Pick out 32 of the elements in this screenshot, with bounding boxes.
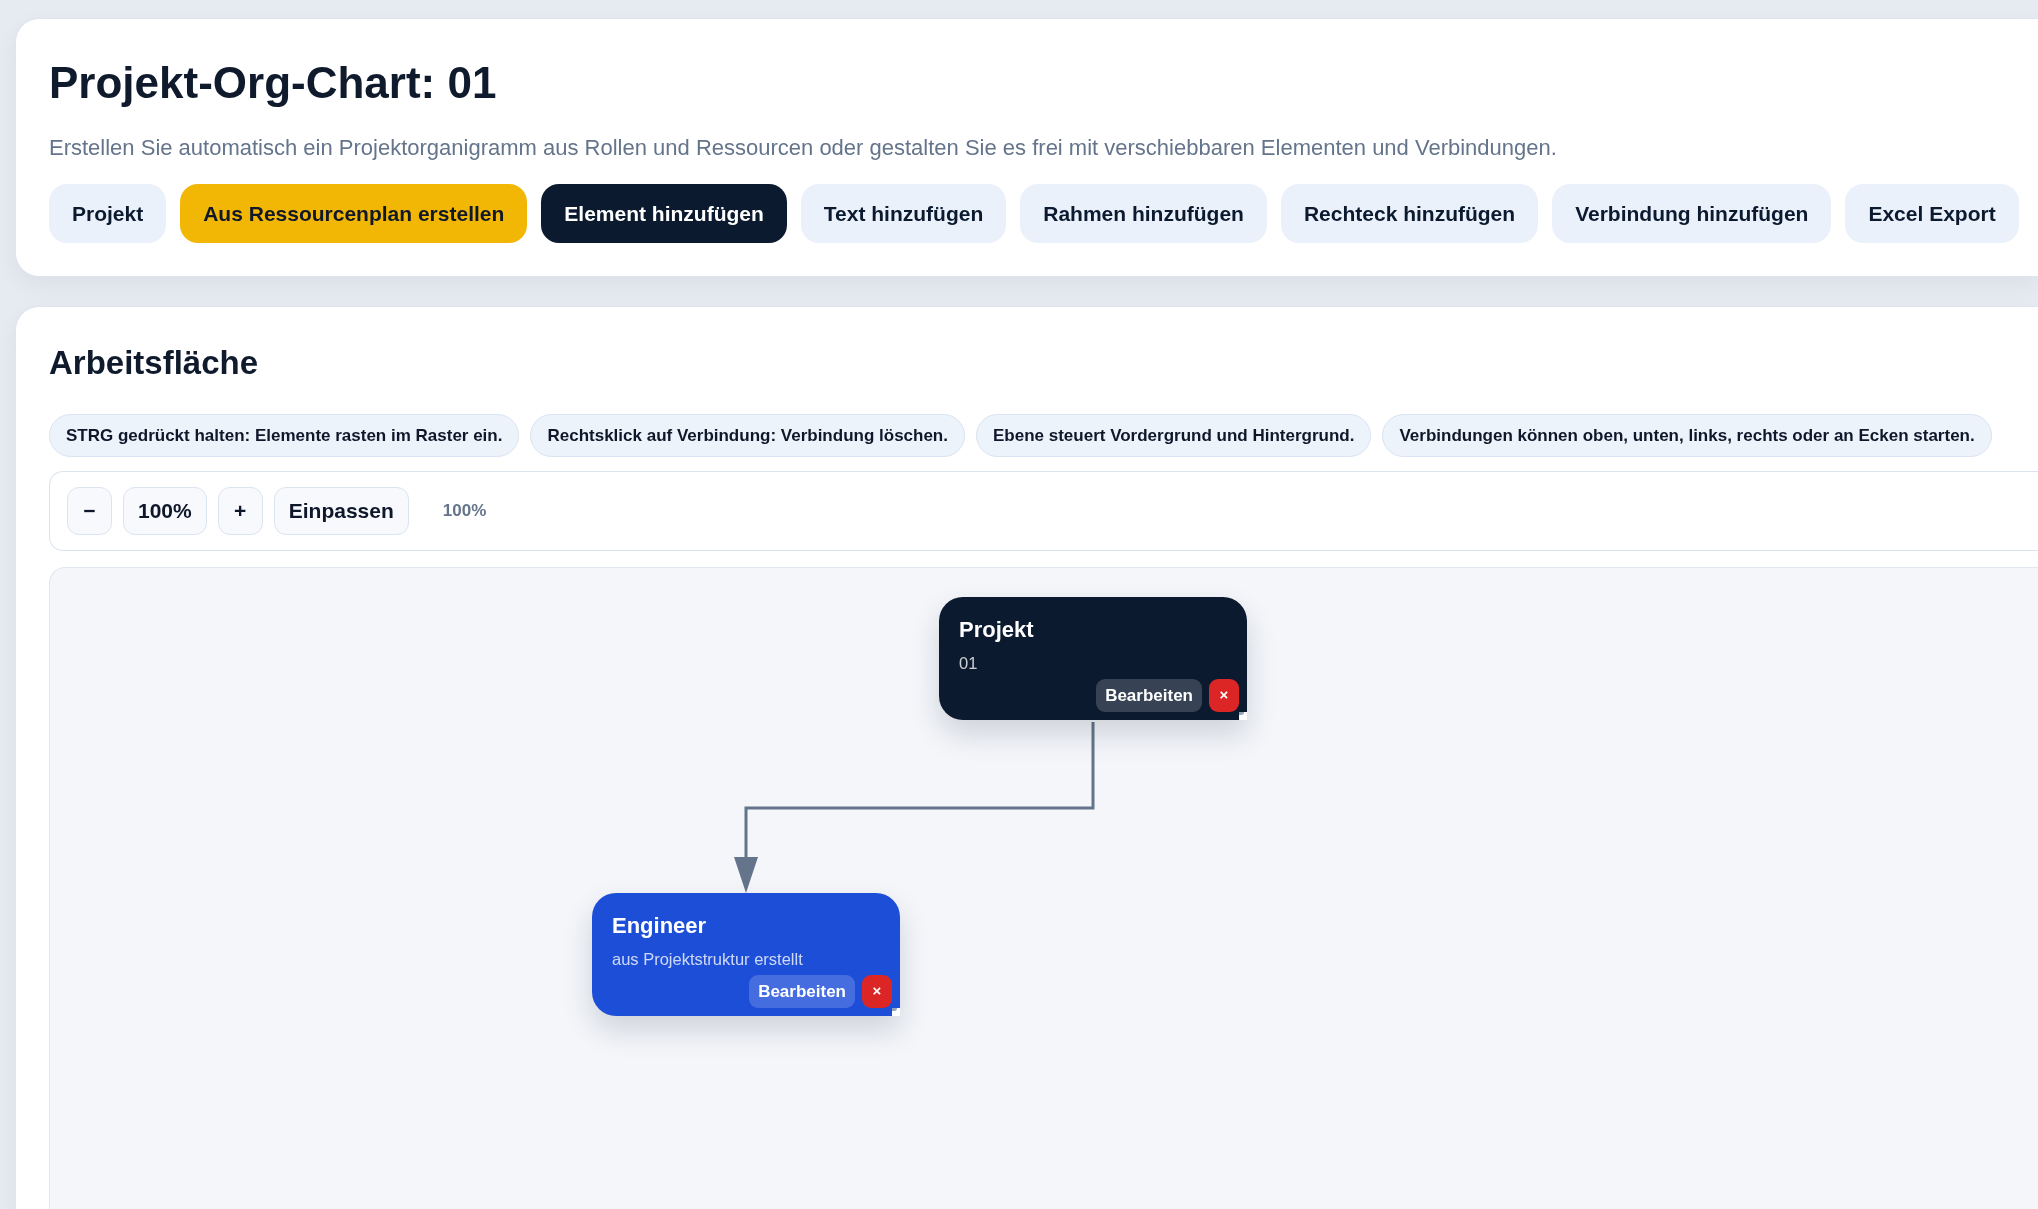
org-chart-node[interactable]: Projekt 01 Bearbeiten × <box>939 597 1247 720</box>
node-subtitle: 01 <box>959 653 978 673</box>
hint-chip: Verbindungen können oben, unten, links, rechts oder an Ecken starten. <box>1382 414 1992 457</box>
hint-chip: Ebene steuert Vordergrund und Hintergrund. <box>976 414 1372 457</box>
toolbar-button[interactable]: Text hinzufügen <box>800 184 1007 243</box>
edit-button[interactable]: Bearbeiten <box>749 975 855 1008</box>
hint-chip: Rechtsklick auf Verbindung: Verbindung löschen. <box>530 414 965 457</box>
zoom-button[interactable]: 100% <box>123 487 207 535</box>
resize-handle-icon[interactable] <box>892 1008 900 1016</box>
node-title: Projekt <box>959 617 1034 643</box>
toolbar-button[interactable]: Verbindung hinzufügen <box>1552 184 1832 243</box>
toolbar-button[interactable]: Element hinzufügen <box>541 184 787 243</box>
section-title: Arbeitsfläche <box>49 344 259 382</box>
page-title: Projekt-Org-Chart: 01 <box>49 57 497 109</box>
page-description: Erstellen Sie automatisch ein Projektorganigramm aus Rollen und Ressourcen oder gestalten Sie es frei mit verschiebbaren Elementen und Verbindungen. <box>49 134 1557 162</box>
zoom-button[interactable]: Einpassen <box>273 487 409 535</box>
edit-button[interactable]: Bearbeiten <box>1096 679 1202 712</box>
toolbar-button[interactable]: Aus Ressourcenplan erstellen <box>180 184 528 243</box>
toolbar-button[interactable]: Projekt <box>49 184 167 243</box>
delete-button[interactable]: × <box>862 975 892 1008</box>
node-subtitle: aus Projektstruktur erstellt <box>612 949 803 969</box>
zoom-button[interactable]: + <box>217 487 263 535</box>
zoom-level-label: 100% <box>442 500 487 523</box>
zoom-button[interactable]: − <box>67 487 112 535</box>
toolbar-button[interactable]: Excel Export <box>1845 184 2019 243</box>
toolbar-button[interactable]: Rahmen hinzufügen <box>1020 184 1267 243</box>
delete-button[interactable]: × <box>1209 679 1239 712</box>
hint-chip: STRG gedrückt halten: Elemente rasten im Raster ein. <box>49 414 520 457</box>
resize-handle-icon[interactable] <box>1239 712 1247 720</box>
org-chart-node[interactable]: Engineer aus Projektstruktur erstellt Bearbeiten × <box>592 893 900 1016</box>
node-title: Engineer <box>612 913 707 939</box>
toolbar-button[interactable]: Rechteck hinzufügen <box>1280 184 1539 243</box>
